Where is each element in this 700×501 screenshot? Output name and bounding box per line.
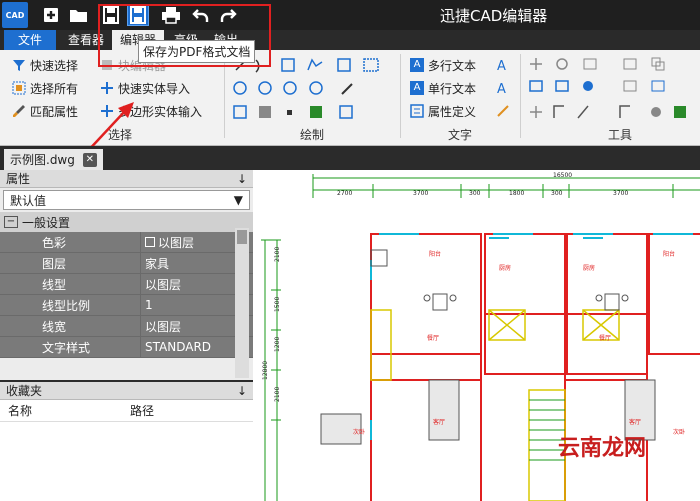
favorites-header: 收藏夹 ↓ bbox=[0, 382, 253, 400]
dim-top-label: 300 bbox=[551, 190, 563, 197]
plus-cross-icon bbox=[101, 82, 113, 94]
color-swatch-icon bbox=[145, 237, 155, 247]
section-header[interactable]: − 一般设置 bbox=[0, 212, 253, 232]
dim-top-label: 2700 bbox=[337, 190, 352, 197]
room-label: 厨房 bbox=[583, 264, 595, 272]
room-label: 餐厅 bbox=[427, 334, 439, 342]
room-label: 次卧 bbox=[353, 428, 365, 436]
attribute-icon bbox=[410, 104, 424, 118]
tools-group-label: 工具 bbox=[607, 128, 632, 142]
properties-scrollbar[interactable] bbox=[235, 228, 249, 378]
attr-def-label: 属性定义 bbox=[428, 104, 477, 119]
properties-panel: 属性 ↓ 默认值 ▼ − 一般设置 色彩 以图层 图层 家具 线型 以图层 线型… bbox=[0, 170, 253, 380]
open-folder-icon[interactable] bbox=[68, 4, 90, 26]
menu-file[interactable]: 文件 bbox=[4, 30, 57, 50]
room-label: 次卧 bbox=[673, 428, 685, 436]
close-icon[interactable]: ✕ bbox=[82, 152, 97, 167]
multiline-text-label: 多行文本 bbox=[428, 58, 477, 73]
attr-def-button[interactable]: 属性定义 bbox=[410, 101, 476, 121]
select-all-button[interactable]: 选择所有 bbox=[12, 78, 78, 98]
room-label: 阳台 bbox=[663, 250, 675, 258]
property-row[interactable]: 文字样式 STANDARD bbox=[0, 337, 253, 358]
quick-select-button[interactable]: 快速选择 bbox=[12, 55, 78, 75]
room-label: 阳台 bbox=[429, 250, 441, 258]
property-row[interactable]: 图层 家具 bbox=[0, 253, 253, 274]
multiline-text-button[interactable]: A 多行文本 bbox=[410, 55, 476, 75]
text-a-icon: A bbox=[410, 81, 424, 95]
text-style-icons[interactable]: A A bbox=[495, 56, 513, 122]
pin-icon[interactable]: ↓ bbox=[237, 384, 247, 398]
dim-left-label: 1500 bbox=[274, 297, 281, 312]
properties-header: 属性 ↓ bbox=[0, 170, 253, 188]
property-key: 线宽 bbox=[0, 316, 140, 337]
property-key: 图层 bbox=[0, 253, 140, 274]
single-text-label: 单行文本 bbox=[428, 81, 477, 96]
property-key: 文字样式 bbox=[0, 337, 140, 358]
funnel-icon bbox=[13, 60, 25, 71]
dim-left-label: 12800 bbox=[262, 361, 269, 380]
quick-entity-import-button[interactable]: 快速实体导入 bbox=[100, 78, 190, 98]
favorites-panel: 收藏夹 ↓ 名称 路径 bbox=[0, 382, 253, 501]
properties-title: 属性 bbox=[6, 172, 31, 186]
select-all-label: 选择所有 bbox=[30, 81, 79, 96]
document-tab-label: 示例图.dwg bbox=[10, 153, 75, 167]
quick-entity-import-label: 快速实体导入 bbox=[118, 81, 191, 96]
tools-icons[interactable] bbox=[528, 56, 698, 122]
chevron-down-icon: ▼ bbox=[233, 193, 243, 207]
property-row[interactable]: 线型比例 1 bbox=[0, 295, 253, 316]
document-tab[interactable]: 示例图.dwg ✕ bbox=[4, 149, 103, 170]
room-label: 厨房 bbox=[499, 264, 511, 272]
select-all-icon bbox=[12, 81, 26, 95]
property-row[interactable]: 线型 以图层 bbox=[0, 274, 253, 295]
favorites-title: 收藏夹 bbox=[6, 384, 43, 398]
app-logo[interactable]: CAD bbox=[2, 2, 28, 28]
new-file-icon[interactable] bbox=[40, 4, 62, 26]
dim-top-label: 16500 bbox=[553, 172, 572, 179]
single-text-button[interactable]: A 单行文本 bbox=[410, 78, 476, 98]
dim-top-label: 1800 bbox=[509, 190, 524, 197]
room-label: 客厅 bbox=[629, 418, 641, 426]
brush-icon bbox=[13, 105, 25, 117]
ribbon-separator bbox=[520, 54, 521, 138]
watermark: 云南龙网 bbox=[558, 436, 647, 461]
scrollbar-thumb[interactable] bbox=[237, 230, 247, 244]
property-grid: 色彩 以图层 图层 家具 线型 以图层 线型比例 1 线宽 以图层 文字样式 S… bbox=[0, 232, 253, 358]
column-name[interactable]: 名称 bbox=[0, 402, 122, 419]
property-value-text: 以图层 bbox=[158, 235, 195, 250]
properties-dropdown[interactable]: 默认值 ▼ bbox=[3, 190, 250, 210]
dim-top-label: 3700 bbox=[613, 190, 628, 197]
column-path[interactable]: 路径 bbox=[122, 402, 154, 419]
pin-icon[interactable]: ↓ bbox=[237, 172, 247, 186]
property-row[interactable]: 线宽 以图层 bbox=[0, 316, 253, 337]
app-title: 迅捷CAD编辑器 bbox=[440, 7, 548, 25]
property-key: 线型比例 bbox=[0, 295, 140, 316]
favorites-columns: 名称 路径 bbox=[0, 400, 253, 422]
dim-left-label: 1200 bbox=[274, 337, 281, 352]
draw-group-label: 绘制 bbox=[299, 128, 324, 142]
svg-text:A: A bbox=[497, 59, 506, 74]
section-title: 一般设置 bbox=[22, 215, 71, 230]
property-key: 线型 bbox=[0, 274, 140, 295]
dim-left-label: 2100 bbox=[274, 387, 281, 402]
document-tab-bar: 示例图.dwg ✕ bbox=[0, 146, 700, 170]
dim-left-label: 2100 bbox=[274, 247, 281, 262]
dim-top-label: 300 bbox=[469, 190, 481, 197]
text-a-icon: A bbox=[410, 58, 424, 72]
property-key: 色彩 bbox=[0, 232, 140, 253]
quick-select-label: 快速选择 bbox=[30, 58, 79, 73]
room-label: 客厅 bbox=[433, 418, 445, 426]
properties-dropdown-value: 默认值 bbox=[10, 193, 47, 208]
room-label: 餐厅 bbox=[599, 334, 611, 342]
svg-text:A: A bbox=[497, 82, 506, 97]
dim-top-label: 3700 bbox=[413, 190, 428, 197]
ribbon-separator bbox=[400, 54, 401, 138]
property-row[interactable]: 色彩 以图层 bbox=[0, 232, 253, 253]
text-group-label: 文字 bbox=[447, 128, 472, 142]
save-pdf-tooltip: 保存为PDF格式文档 bbox=[138, 40, 256, 63]
collapse-icon[interactable]: − bbox=[4, 216, 18, 228]
